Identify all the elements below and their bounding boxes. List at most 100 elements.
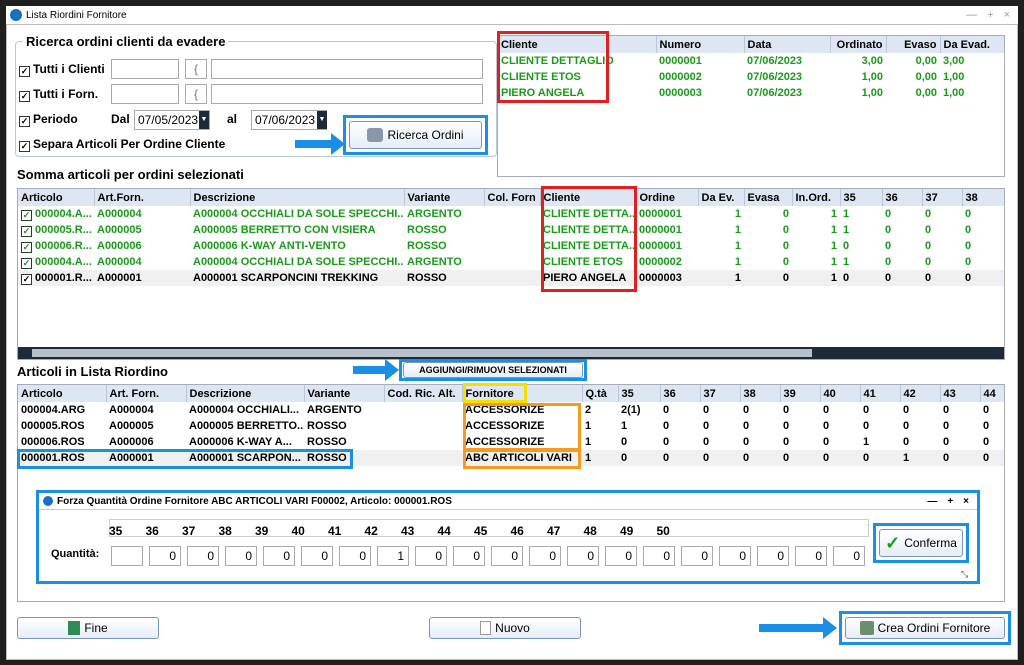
cliente-lookup-button[interactable]: { <box>185 59 207 79</box>
ricerca-ordini-button[interactable]: Ricerca Ordini <box>349 121 482 149</box>
col-ordine[interactable]: Ordine <box>636 189 699 206</box>
table-row[interactable]: ✓ 000005.R... A000005 A000005 BERRETTO CON … <box>18 222 1004 238</box>
al-dropdown-icon[interactable]: ▼ <box>317 111 327 129</box>
size-header-45: 45 <box>474 524 488 538</box>
quantity-input[interactable]: 0 <box>225 546 257 566</box>
quantity-input[interactable]: 0 <box>757 546 789 566</box>
quantity-input[interactable] <box>111 546 143 566</box>
quantity-input[interactable]: 0 <box>301 546 333 566</box>
quantity-input[interactable]: 0 <box>719 546 751 566</box>
quantity-input[interactable]: 1 <box>377 546 409 566</box>
col-evasa[interactable]: Evasa <box>744 189 793 206</box>
row-checkbox[interactable]: ✓ <box>21 257 32 269</box>
quantity-input[interactable]: 0 <box>491 546 523 566</box>
col-size-36[interactable]: 36 <box>660 385 701 402</box>
crea-ordini-button[interactable]: Crea Ordini Fornitore <box>845 617 1005 639</box>
forn-lookup-button[interactable]: { <box>185 84 207 104</box>
col-size-37[interactable]: 37 <box>922 189 963 206</box>
conferma-button[interactable]: ✓ Conferma <box>879 529 963 557</box>
quantita-label: Quantità: <box>51 548 100 560</box>
quantity-input[interactable]: 0 <box>187 546 219 566</box>
col-numero[interactable]: Numero <box>656 36 745 53</box>
col-art-forn[interactable]: Art. Forn. <box>106 385 187 402</box>
dialog-close-button[interactable]: × <box>963 496 969 507</box>
tutti-clienti-checkbox[interactable]: ✓ Tutti i Clienti <box>19 62 105 77</box>
col-size-37[interactable]: 37 <box>700 385 741 402</box>
col-size-44[interactable]: 44 <box>980 385 1004 402</box>
col-ordinato[interactable]: Ordinato <box>830 36 887 53</box>
separa-checkbox[interactable]: ✓ Separa Articoli Per Ordine Cliente <box>19 137 225 152</box>
table-row[interactable]: ✓ 000004.A... A000004 A000004 OCCHIALI DA S… <box>18 254 1004 270</box>
al-date-input[interactable]: 07/06/2023 <box>251 110 327 130</box>
row-checkbox[interactable]: ✓ <box>21 273 32 285</box>
col-variante[interactable]: Variante <box>404 189 485 206</box>
cliente-code-input[interactable] <box>111 59 179 79</box>
size-header-37: 37 <box>182 524 196 538</box>
quantity-input[interactable]: 0 <box>681 546 713 566</box>
quantity-input[interactable]: 0 <box>453 546 485 566</box>
col-articolo[interactable]: Articolo <box>18 189 95 206</box>
col-qta[interactable]: Q.tà <box>582 385 619 402</box>
tutti-forn-checkbox[interactable]: ✓ Tutti i Forn. <box>19 87 98 102</box>
somma-scrollbar[interactable] <box>18 347 1004 359</box>
col-size-38[interactable]: 38 <box>740 385 781 402</box>
forn-code-input[interactable] <box>111 84 179 104</box>
quantity-input[interactable]: 0 <box>605 546 637 566</box>
row-checkbox[interactable]: ✓ <box>21 225 32 237</box>
quantity-input[interactable]: 0 <box>567 546 599 566</box>
row-checkbox[interactable]: ✓ <box>21 209 32 221</box>
dal-label: Dal <box>111 112 130 126</box>
size-header-46: 46 <box>510 524 524 538</box>
col-descrizione[interactable]: Descrizione <box>190 189 405 206</box>
minimize-button[interactable]: — <box>966 9 977 21</box>
highlight-box <box>497 31 609 103</box>
aggiungi-rimuovi-button[interactable]: AGGIUNGI/RIMUOVI SELEZIONATI <box>403 362 583 378</box>
col-size-43[interactable]: 43 <box>940 385 981 402</box>
dialog-minimize-button[interactable]: — <box>927 496 937 507</box>
quantity-input[interactable]: 0 <box>795 546 827 566</box>
col-size-39[interactable]: 39 <box>780 385 821 402</box>
size-header-42: 42 <box>364 524 378 538</box>
quantity-input[interactable]: 0 <box>415 546 447 566</box>
close-button[interactable]: × <box>1004 9 1010 21</box>
col-in-ord[interactable]: In.Ord. <box>792 189 841 206</box>
quantity-input[interactable]: 0 <box>339 546 371 566</box>
col-da-ev[interactable]: Da Ev. <box>698 189 745 206</box>
quantity-input[interactable]: 0 <box>263 546 295 566</box>
col-da-evad[interactable]: Da Evad. <box>940 36 1004 53</box>
resize-grip-icon[interactable]: ⤡ <box>961 569 968 580</box>
row-checkbox[interactable]: ✓ <box>21 241 32 253</box>
table-row[interactable]: ✓ 000006.R... A000006 A000006 K-WAY ANTI-VE… <box>18 238 1004 254</box>
table-row[interactable]: ✓ 000004.A... A000004 A000004 OCCHIALI DA S… <box>18 206 1004 222</box>
col-size-41[interactable]: 41 <box>860 385 901 402</box>
lista-title: Articoli in Lista Riordino <box>17 364 168 379</box>
quantity-input[interactable]: 0 <box>149 546 181 566</box>
quantity-input[interactable]: 0 <box>529 546 561 566</box>
col-size-42[interactable]: 42 <box>900 385 941 402</box>
col-variante[interactable]: Variante <box>304 385 385 402</box>
periodo-checkbox[interactable]: ✓ Periodo <box>19 112 78 127</box>
maximize-button[interactable]: + <box>987 9 993 21</box>
dal-dropdown-icon[interactable]: ▼ <box>199 111 209 129</box>
col-col-forn[interactable]: Col. Forn <box>484 189 541 206</box>
forn-name-input[interactable] <box>211 84 483 104</box>
table-row[interactable]: ✓ 000001.R... A000001 A000001 SCARPONCINI T… <box>18 270 1004 286</box>
col-art-forn[interactable]: Art.Forn. <box>94 189 191 206</box>
col-cod-ric-alt[interactable]: Cod. Ric. Alt. <box>384 385 463 402</box>
quantity-input[interactable]: 0 <box>643 546 675 566</box>
exit-icon <box>68 621 81 635</box>
fine-button[interactable]: Fine <box>17 617 159 639</box>
dialog-maximize-button[interactable]: + <box>947 496 953 507</box>
col-data[interactable]: Data <box>744 36 831 53</box>
col-articolo[interactable]: Articolo <box>18 385 107 402</box>
col-size-35[interactable]: 35 <box>618 385 661 402</box>
col-size-40[interactable]: 40 <box>820 385 861 402</box>
col-size-35[interactable]: 35 <box>840 189 883 206</box>
col-evaso[interactable]: Evaso <box>886 36 941 53</box>
cliente-name-input[interactable] <box>211 59 483 79</box>
col-size-38[interactable]: 38 <box>962 189 1004 206</box>
quantity-input[interactable]: 0 <box>833 546 865 566</box>
col-size-36[interactable]: 36 <box>882 189 923 206</box>
nuovo-button[interactable]: Nuovo <box>429 617 581 639</box>
col-descrizione[interactable]: Descrizione <box>186 385 305 402</box>
